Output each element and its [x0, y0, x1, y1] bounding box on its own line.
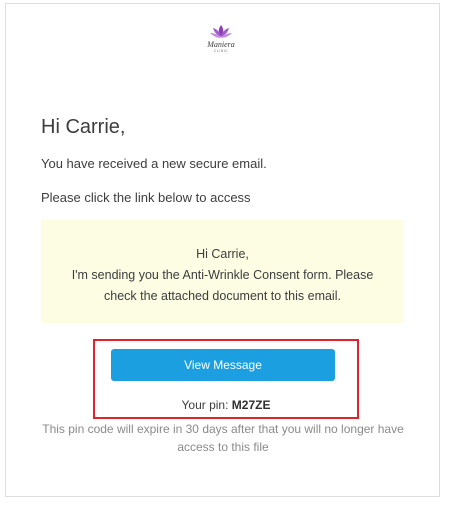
- message-line: Hi Carrie,: [196, 247, 249, 261]
- greeting-heading: Hi Carrie,: [41, 116, 126, 138]
- pin-label: Your pin:: [181, 398, 229, 412]
- intro-text: You have received a new secure email.: [41, 156, 267, 171]
- view-message-button[interactable]: View Message: [111, 349, 335, 381]
- pin-line: Your pin: M27ZE: [93, 398, 359, 412]
- pin-expiry-note: This pin code will expire in 30 days aft…: [42, 422, 404, 454]
- lotus-icon: [210, 25, 232, 38]
- message-line: check the attached document to this emai…: [104, 289, 341, 303]
- pin-value: M27ZE: [231, 398, 271, 412]
- message-line: I'm sending you the Anti-Wrinkle Consent…: [71, 268, 374, 282]
- logo: Maniera CLINIC: [198, 24, 244, 64]
- logo-tagline: CLINIC: [213, 49, 229, 53]
- logo-brand-text: Maniera: [207, 40, 235, 49]
- instruction-text: Please click the link below to access: [41, 190, 251, 205]
- message-preview-box: Hi Carrie, I'm sending you the Anti-Wrin…: [41, 220, 404, 323]
